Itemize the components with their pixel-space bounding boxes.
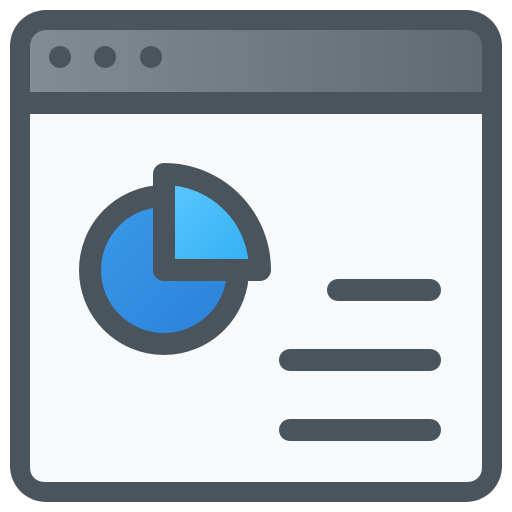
window-dot-1: [49, 46, 71, 68]
browser-window-pie-chart-icon: [10, 10, 502, 502]
window-dot-2: [94, 46, 116, 68]
window-control-dots: [49, 46, 162, 68]
icon-canvas: [0, 0, 512, 512]
title-bar-divider: [24, 92, 488, 114]
window-dot-3: [140, 46, 162, 68]
